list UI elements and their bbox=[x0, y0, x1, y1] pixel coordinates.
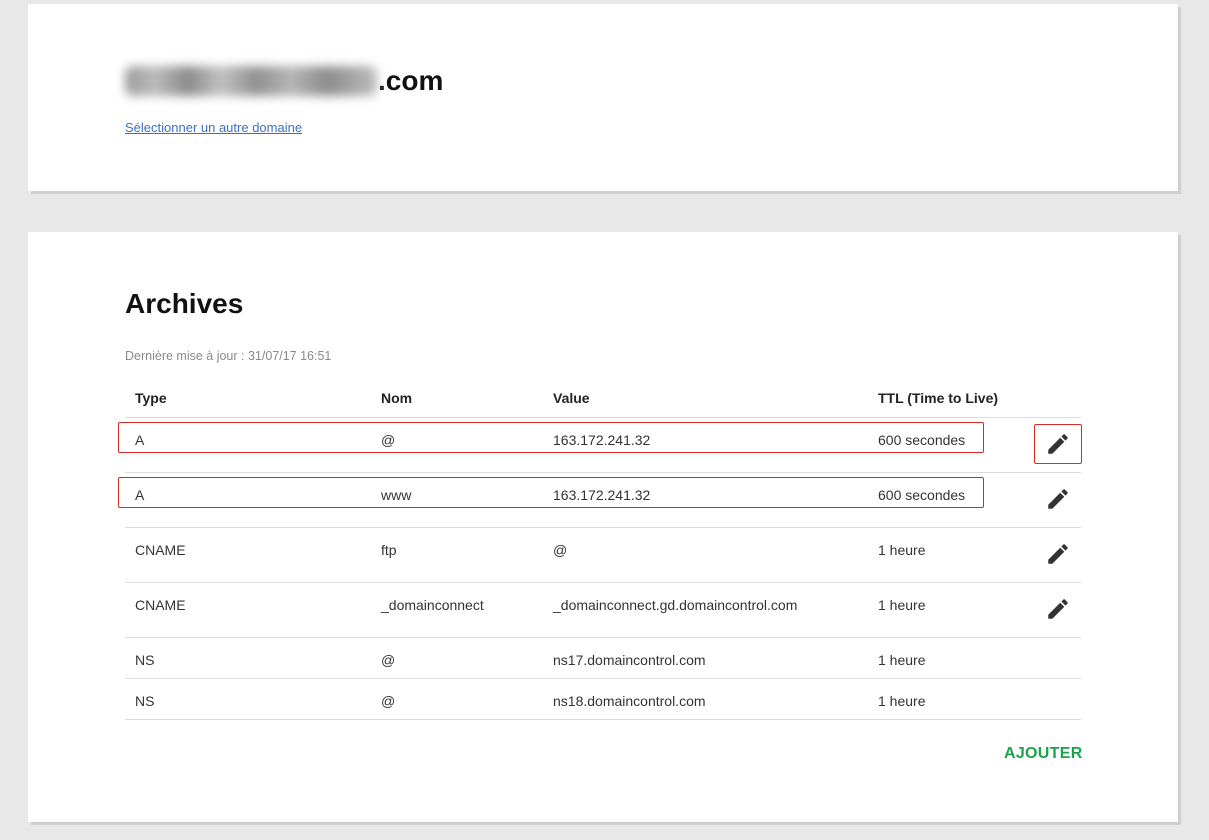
blurred-domain-name bbox=[125, 66, 377, 96]
record-type: CNAME bbox=[135, 542, 186, 558]
table-row: NS @ ns18.domaincontrol.com 1 heure bbox=[125, 679, 1081, 720]
record-value: @ bbox=[553, 542, 568, 558]
record-ttl: 1 heure bbox=[878, 597, 926, 613]
edit-record-button[interactable] bbox=[1034, 589, 1082, 629]
record-value: _domainconnect.gd.domaincontrol.com bbox=[553, 597, 798, 613]
dns-records-card: Archives Dernière mise à jour : 31/07/17… bbox=[28, 232, 1178, 822]
edit-record-button[interactable] bbox=[1034, 424, 1082, 464]
record-ttl: 1 heure bbox=[878, 652, 926, 668]
section-title: Archives bbox=[125, 288, 244, 319]
record-type: CNAME bbox=[135, 597, 186, 613]
row-highlight-box bbox=[118, 477, 984, 508]
record-name: www bbox=[381, 487, 412, 503]
table-row: A www 163.172.241.32 600 secondes bbox=[118, 473, 1082, 528]
record-name: @ bbox=[381, 693, 396, 709]
record-name: @ bbox=[381, 652, 396, 668]
table-row: CNAME _domainconnect _domainconnect.gd.d… bbox=[125, 583, 1081, 638]
record-ttl: 1 heure bbox=[878, 693, 926, 709]
table-row: CNAME ftp @ 1 heure bbox=[125, 528, 1081, 583]
column-header-name: Nom bbox=[381, 390, 413, 406]
record-value: ns17.domaincontrol.com bbox=[553, 652, 706, 668]
pencil-icon bbox=[1048, 489, 1068, 509]
record-type: A bbox=[135, 432, 145, 448]
record-ttl: 1 heure bbox=[878, 542, 926, 558]
last-update-text: Dernière mise à jour : 31/07/17 16:51 bbox=[125, 349, 332, 363]
row-highlight-box bbox=[118, 422, 984, 453]
domain-suffix: .com bbox=[378, 65, 444, 96]
pencil-icon bbox=[1048, 599, 1068, 619]
record-type: A bbox=[135, 487, 145, 503]
table-row: A @ 163.172.241.32 600 secondes bbox=[118, 418, 1082, 473]
edit-record-button[interactable] bbox=[1034, 534, 1082, 574]
record-value: ns18.domaincontrol.com bbox=[553, 693, 706, 709]
domain-card: .com Sélectionner un autre domaine bbox=[28, 4, 1178, 191]
select-other-domain-link[interactable]: Sélectionner un autre domaine bbox=[125, 120, 302, 135]
pencil-icon bbox=[1048, 544, 1068, 564]
table-header-row: Type Nom Value TTL (Time to Live) bbox=[125, 376, 1081, 418]
record-type: NS bbox=[135, 693, 155, 709]
column-header-type: Type bbox=[135, 390, 167, 406]
record-value: 163.172.241.32 bbox=[553, 432, 651, 448]
domain-title: .com bbox=[125, 60, 443, 97]
record-name: ftp bbox=[381, 542, 397, 558]
record-name: _domainconnect bbox=[381, 597, 484, 613]
record-ttl: 600 secondes bbox=[878, 487, 966, 503]
record-name: @ bbox=[381, 432, 396, 448]
table-row: NS @ ns17.domaincontrol.com 1 heure bbox=[125, 638, 1081, 679]
edit-record-button[interactable] bbox=[1034, 479, 1082, 519]
column-header-value: Value bbox=[553, 390, 590, 406]
add-record-button[interactable]: AJOUTER bbox=[1004, 745, 1083, 763]
dns-records-table: Type Nom Value TTL (Time to Live) A @ 16… bbox=[118, 376, 1082, 720]
pencil-icon bbox=[1048, 434, 1068, 454]
record-value: 163.172.241.32 bbox=[553, 487, 651, 503]
record-type: NS bbox=[135, 652, 155, 668]
column-header-ttl: TTL (Time to Live) bbox=[878, 390, 999, 406]
record-ttl: 600 secondes bbox=[878, 432, 966, 448]
